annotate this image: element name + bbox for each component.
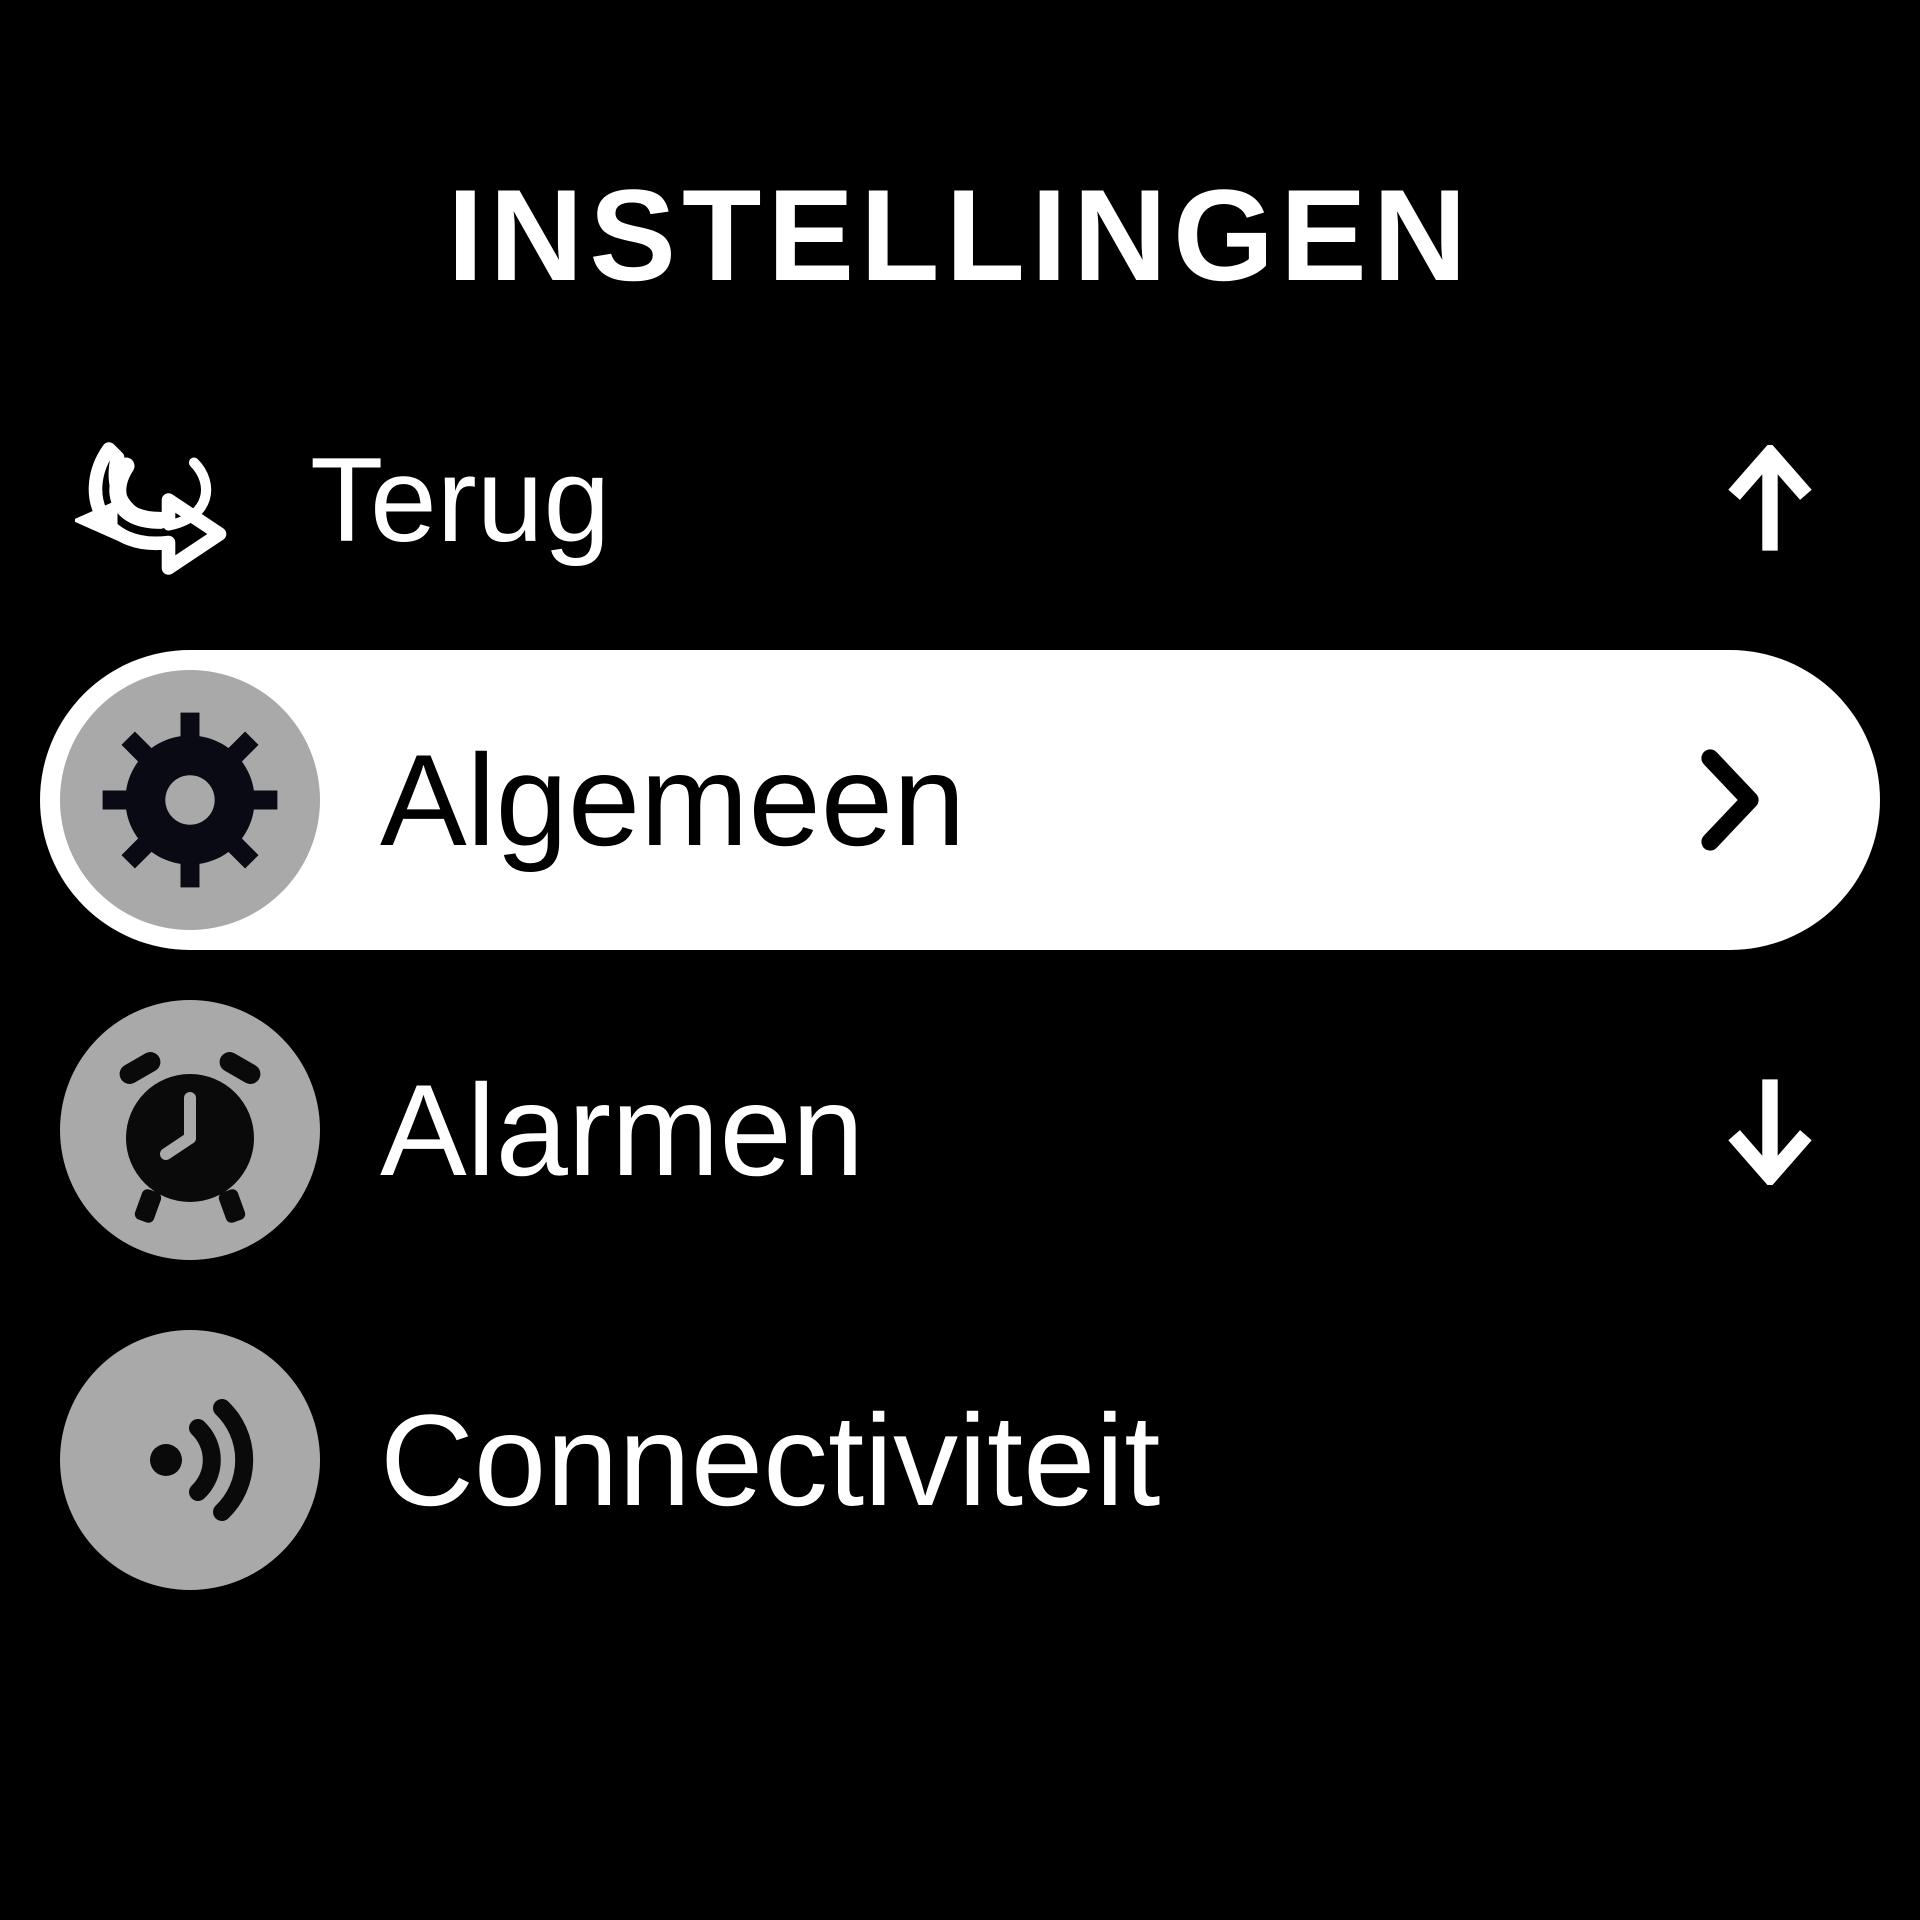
menu-item-label: Alarmen [380, 1055, 1710, 1205]
back-arrow-icon [60, 400, 260, 600]
chevron-right-icon [1670, 745, 1790, 855]
page-title: INSTELLINGEN [0, 160, 1920, 310]
settings-screen: INSTELLINGEN Terug [0, 0, 1920, 1920]
scroll-down-icon[interactable] [1710, 1075, 1830, 1185]
scroll-up-icon[interactable] [1710, 445, 1830, 555]
menu-item-back[interactable]: Terug [0, 380, 1920, 620]
alarm-clock-icon [60, 1000, 320, 1260]
menu-item-general[interactable]: Algemeen [40, 650, 1880, 950]
gear-icon [60, 670, 320, 930]
connectivity-icon [60, 1330, 320, 1590]
menu-item-label: Connectiviteit [380, 1385, 1710, 1535]
menu-item-connectivity[interactable]: Connectiviteit [0, 1310, 1920, 1610]
menu-item-alarms[interactable]: Alarmen [0, 980, 1920, 1280]
menu-item-label: Terug [310, 431, 1710, 569]
menu-item-label: Algemeen [380, 725, 1670, 875]
